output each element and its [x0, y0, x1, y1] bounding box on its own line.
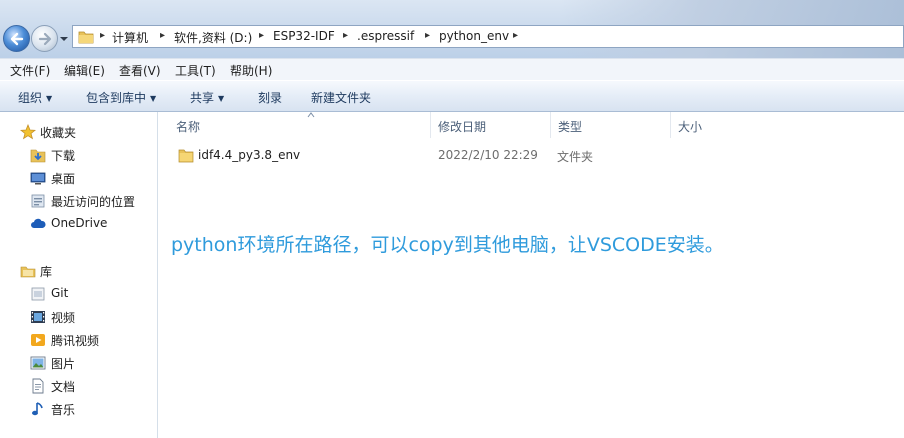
table-row[interactable]: idf4.4_py3.8_env 2022/2/10 22:29 文件夹 [159, 144, 904, 166]
sidebar-item-label: 最近访问的位置 [51, 195, 136, 209]
picture-icon [30, 356, 46, 370]
menu-file[interactable]: 文件(F) [10, 62, 50, 79]
recent-pages-dropdown-icon[interactable] [59, 35, 69, 43]
navigation-pane: 收藏夹 下载 桌面 最近访问的位置 OneDrive 库 Git 视频 腾讯视频… [0, 112, 158, 438]
tencent-video-icon [31, 334, 45, 346]
sidebar-item-recent-places[interactable]: 最近访问的位置 [0, 191, 158, 211]
column-header-name[interactable]: 名称 [169, 112, 431, 138]
sidebar-item-pictures[interactable]: 图片 [0, 353, 158, 373]
menu-tools[interactable]: 工具(T) [175, 62, 216, 79]
file-name: idf4.4_py3.8_env [198, 148, 301, 162]
burn-button[interactable]: 刻录 [258, 89, 282, 106]
sidebar-item-libraries[interactable]: 库 [0, 261, 158, 281]
share-button[interactable]: 共享 ▼ [190, 89, 224, 106]
column-header-date[interactable]: 修改日期 [431, 112, 551, 138]
file-list-pane: 名称 修改日期 类型 大小 idf4.4_py3.8_env 2022/2/10… [159, 112, 904, 438]
sidebar-item-label: 桌面 [51, 172, 76, 186]
sidebar-item-music[interactable]: 音乐 [0, 399, 158, 419]
sidebar-item-label: 收藏夹 [40, 126, 77, 140]
sidebar-item-git[interactable]: Git [0, 284, 158, 304]
folder-icon [78, 31, 94, 44]
star-icon [20, 124, 36, 140]
breadcrumb-separator-icon[interactable]: ▸ [343, 30, 348, 41]
chevron-down-icon: ▼ [150, 94, 157, 103]
share-label: 共享 [190, 91, 215, 105]
organize-label: 组织 [18, 91, 43, 105]
chevron-down-icon: ▼ [46, 94, 53, 103]
file-type: 文件夹 [557, 150, 594, 164]
breadcrumb-separator-icon[interactable]: ▸ [100, 30, 105, 41]
sidebar-item-onedrive[interactable]: OneDrive [0, 214, 158, 234]
library-icon [20, 266, 36, 278]
cloud-icon [31, 218, 46, 228]
downloads-folder-icon [30, 149, 46, 163]
chevron-down-icon: ▼ [218, 94, 225, 103]
address-bar-area: ▸ 计算机 ▸ 软件,资料 (D:) ▸ ESP32-IDF ▸ .espres… [0, 0, 904, 58]
breadcrumb-computer[interactable]: 计算机 [112, 29, 148, 46]
forward-arrow-icon [38, 32, 52, 46]
document-icon [32, 378, 44, 394]
breadcrumb-espressif[interactable]: .espressif [357, 29, 414, 43]
sidebar-item-label: 文档 [51, 380, 76, 394]
library-folder-icon [31, 287, 45, 301]
desktop-icon [30, 172, 46, 185]
sidebar-item-label: OneDrive [51, 216, 108, 230]
column-header-label: 修改日期 [438, 120, 487, 134]
sidebar-item-label: 腾讯视频 [51, 334, 100, 348]
sidebar-item-label: 库 [40, 265, 53, 279]
annotation-text: python环境所在路径，可以copy到其他电脑，让VSCODE安装。 [171, 234, 724, 256]
forward-button[interactable] [31, 25, 58, 52]
film-icon [31, 311, 45, 323]
new-folder-button[interactable]: 新建文件夹 [311, 89, 371, 106]
include-in-library-label: 包含到库中 [86, 91, 147, 105]
menu-edit[interactable]: 编辑(E) [64, 62, 105, 79]
music-note-icon [32, 402, 43, 416]
menu-view[interactable]: 查看(V) [119, 62, 161, 79]
sidebar-item-favorites[interactable]: 收藏夹 [0, 122, 158, 142]
sidebar-item-label: 图片 [51, 357, 76, 371]
sidebar-item-downloads[interactable]: 下载 [0, 145, 158, 165]
column-header-size[interactable]: 大小 [671, 112, 761, 138]
breadcrumb-separator-icon[interactable]: ▸ [160, 30, 165, 41]
sidebar-item-tencent-video[interactable]: 腾讯视频 [0, 330, 158, 350]
breadcrumb-python-env[interactable]: python_env [439, 29, 509, 43]
organize-button[interactable]: 组织 ▼ [18, 89, 52, 106]
back-button[interactable] [3, 25, 30, 52]
command-toolbar: 组织 ▼ 包含到库中 ▼ 共享 ▼ 刻录 新建文件夹 [0, 80, 904, 112]
column-header-label: 大小 [678, 120, 703, 134]
include-in-library-button[interactable]: 包含到库中 ▼ [86, 89, 156, 106]
column-header-label: 类型 [558, 120, 583, 134]
folder-icon [178, 149, 194, 163]
sidebar-item-label: Git [51, 286, 69, 300]
menu-bar: 文件(F) 编辑(E) 查看(V) 工具(T) 帮助(H) [0, 58, 904, 80]
column-header-type[interactable]: 类型 [551, 112, 671, 138]
file-modified-date: 2022/2/10 22:29 [438, 148, 538, 162]
sort-ascending-icon [307, 112, 315, 118]
column-header-label: 名称 [176, 120, 201, 134]
sidebar-item-label: 视频 [51, 311, 76, 325]
sidebar-item-videos[interactable]: 视频 [0, 307, 158, 327]
menu-help[interactable]: 帮助(H) [230, 62, 272, 79]
breadcrumb-drive-d[interactable]: 软件,资料 (D:) [174, 29, 252, 46]
recent-places-icon [31, 194, 45, 208]
sidebar-item-label: 音乐 [51, 403, 76, 417]
sidebar-item-documents[interactable]: 文档 [0, 376, 158, 396]
back-arrow-icon [10, 32, 24, 46]
breadcrumb-separator-icon[interactable]: ▸ [425, 30, 430, 41]
breadcrumb-esp32-idf[interactable]: ESP32-IDF [273, 29, 335, 43]
breadcrumb-separator-icon[interactable]: ▸ [259, 30, 264, 41]
sidebar-item-label: 下载 [51, 149, 76, 163]
sidebar-item-desktop[interactable]: 桌面 [0, 168, 158, 188]
breadcrumb-separator-icon[interactable]: ▸ [513, 30, 518, 41]
address-box[interactable]: ▸ 计算机 ▸ 软件,资料 (D:) ▸ ESP32-IDF ▸ .espres… [72, 25, 904, 48]
